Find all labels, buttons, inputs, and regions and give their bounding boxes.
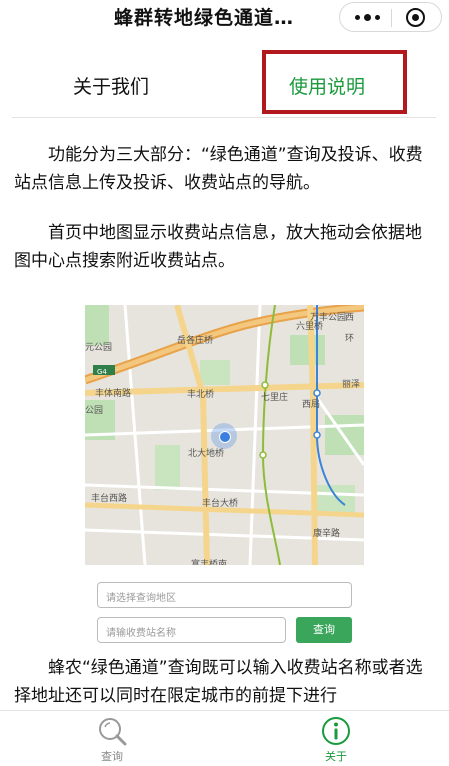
tabbar-item-about[interactable]: 关于 — [296, 711, 376, 766]
title-bar: 蜂群转地绿色通道… — [0, 0, 449, 32]
map-label: 丰北桥 — [187, 390, 215, 400]
search-icon — [99, 718, 127, 746]
more-icon[interactable] — [352, 8, 382, 26]
map-label: G4 — [97, 368, 107, 376]
paragraph-features: 功能分为三大部分：“绿色通道”查询及投诉、收费站点信息上传及投诉、收费站点的导航… — [14, 145, 423, 193]
map-label: 公园 — [85, 406, 104, 416]
map-label: 富丰桥南 — [191, 560, 228, 565]
map-image: 万丰公园 六里桥 西 环 元公园 岳各庄桥 G4 丰体南路 丰北桥 七里庄 西局… — [85, 305, 364, 565]
map-label: 元公园 — [85, 343, 113, 353]
tab-about-us[interactable]: 关于我们 — [73, 72, 149, 99]
map-label: 丰台大桥 — [202, 499, 239, 509]
map-label: 七里庄 — [261, 393, 289, 403]
tab-divider — [12, 117, 436, 118]
location-marker-icon — [211, 423, 237, 449]
map-label: 康辛路 — [313, 529, 341, 539]
map-label: 丽泽 — [342, 380, 361, 390]
close-target-icon[interactable] — [406, 8, 425, 27]
tab-usage-guide[interactable]: 使用说明 — [289, 72, 365, 99]
top-tabs: 关于我们 使用说明 — [0, 50, 449, 120]
tabbar-label-about: 关于 — [325, 750, 347, 763]
bottom-tabbar: 查询 关于 — [0, 710, 449, 766]
paragraph-map: 首页中地图显示收费站点信息，放大拖动会依据地图中心点搜索附近收费站点。 — [14, 223, 422, 271]
map-label: 丰体南路 — [95, 389, 132, 399]
paragraph-query: 蜂农“绿色通道”查询既可以输入收费站名称或者选择地址还可以同时在限定城市的前提下… — [14, 658, 423, 706]
map-label: 岳各庄桥 — [177, 336, 214, 346]
map-label: 环 — [345, 334, 355, 344]
map-label: 西 — [345, 313, 355, 323]
menu-capsule — [339, 2, 442, 32]
guide-screenshot: 万丰公园 六里桥 西 环 元公园 岳各庄桥 G4 丰体南路 丰北桥 七里庄 西局… — [85, 305, 364, 650]
search-form: 请选择查询地区 请输收费站名称 查询 — [85, 565, 364, 650]
tabbar-label-search: 查询 — [101, 750, 123, 763]
area-select-field: 请选择查询地区 — [97, 582, 352, 608]
capsule-divider — [391, 9, 392, 27]
tabbar-item-search[interactable]: 查询 — [72, 711, 152, 766]
window-title: 蜂群转地绿色通道… — [114, 7, 295, 29]
map-label: 六里桥 — [296, 322, 324, 332]
map-label: 丰台西路 — [91, 494, 128, 504]
station-name-field: 请输收费站名称 — [97, 617, 286, 643]
map-label: 西局 — [302, 400, 321, 410]
query-button: 查询 — [296, 617, 352, 643]
info-icon — [322, 717, 350, 745]
